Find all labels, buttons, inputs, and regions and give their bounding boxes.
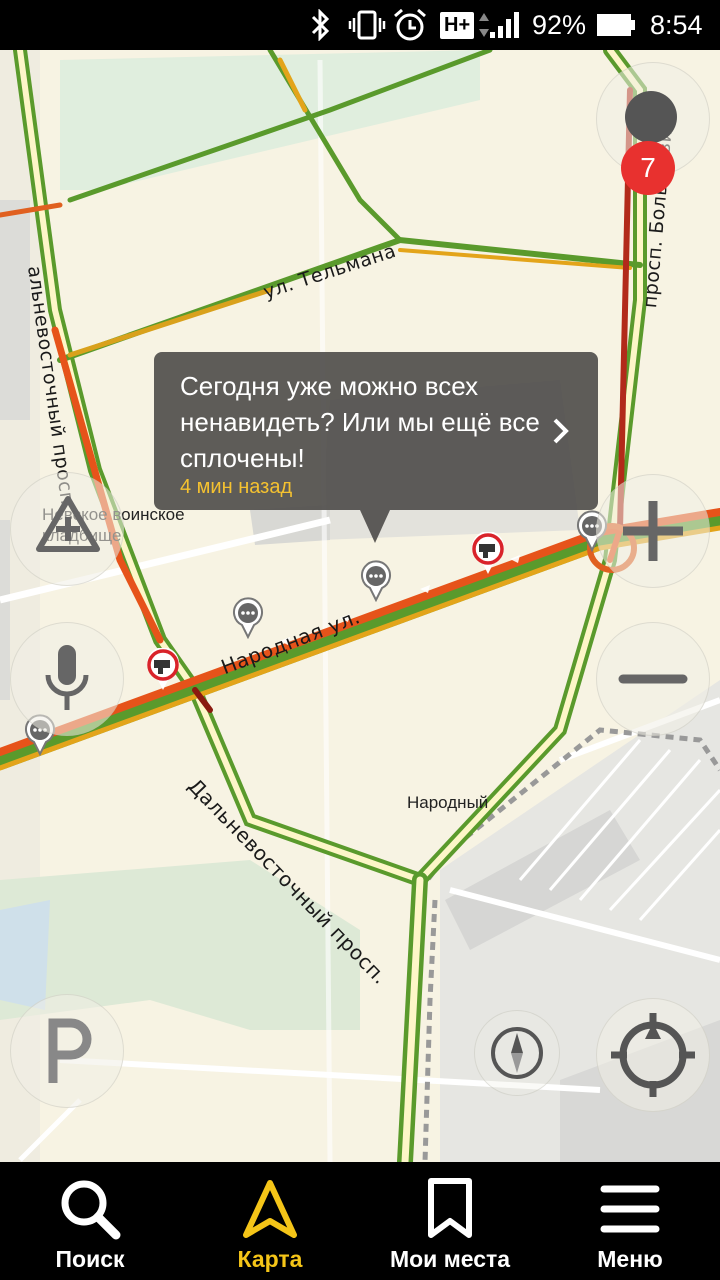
search-icon	[58, 1176, 122, 1242]
parking-icon	[48, 1018, 92, 1083]
traffic-score-badge: 7	[621, 141, 675, 195]
battery-icon	[596, 0, 636, 50]
menu-icon	[600, 1176, 660, 1242]
user-message-popup[interactable]: Сегодня уже можно всех ненавидеть? Или м…	[154, 352, 598, 510]
locate-me-button[interactable]	[596, 998, 710, 1112]
zoom-out-icon	[618, 674, 688, 684]
vibrate-icon	[348, 0, 386, 50]
chat-marker[interactable]	[232, 597, 264, 643]
battery-percent: 92%	[532, 9, 587, 40]
bottom-nav: Поиск Карта Мои места Меню	[0, 1162, 720, 1280]
nav-my-places-label: Мои места	[389, 1246, 511, 1272]
parking-button[interactable]	[10, 994, 124, 1108]
place-label-narodny: Народный	[407, 793, 489, 812]
road-alert-icon	[36, 496, 100, 552]
clock: 8:54	[650, 9, 703, 40]
popup-tail	[360, 510, 390, 543]
network-type-icon: H+	[440, 0, 491, 50]
locate-me-icon	[611, 1013, 695, 1097]
alarm-icon	[392, 0, 428, 50]
popup-message: Сегодня уже можно всех ненавидеть? Или м…	[180, 371, 540, 473]
road-alert-button[interactable]	[10, 472, 124, 586]
nav-menu-label: Меню	[597, 1246, 663, 1272]
speed-camera-icon[interactable]	[470, 531, 506, 580]
nav-map-label: Карта	[237, 1246, 303, 1272]
voice-search-button[interactable]	[10, 622, 124, 736]
nav-my-places[interactable]: Мои места	[360, 1162, 540, 1280]
map-view[interactable]: альневосточный просп. ул. Тельмана просп…	[0, 50, 720, 1162]
compass-icon	[491, 1027, 543, 1079]
bookmark-icon	[425, 1176, 475, 1242]
zoom-in-button[interactable]	[596, 474, 710, 588]
traffic-light-icon	[625, 91, 677, 143]
zoom-in-icon	[623, 501, 683, 561]
chevron-right-icon[interactable]	[548, 414, 574, 448]
nav-map[interactable]: Карта	[180, 1162, 360, 1280]
map-arrow-icon	[240, 1176, 300, 1242]
status-bar: H+ 92% 8:54	[0, 0, 720, 50]
map-canvas	[0, 50, 720, 1162]
signal-icon	[488, 0, 524, 50]
nav-search[interactable]: Поиск	[0, 1162, 180, 1280]
speed-camera-icon[interactable]	[145, 647, 181, 696]
nav-menu[interactable]: Меню	[540, 1162, 720, 1280]
compass-button[interactable]	[474, 1010, 560, 1096]
zoom-out-button[interactable]	[596, 622, 710, 736]
nav-search-label: Поиск	[55, 1246, 125, 1272]
popup-time: 4 мин назад	[180, 476, 293, 498]
bluetooth-icon	[308, 0, 332, 50]
microphone-icon	[45, 645, 89, 710]
chat-marker[interactable]	[360, 560, 392, 606]
